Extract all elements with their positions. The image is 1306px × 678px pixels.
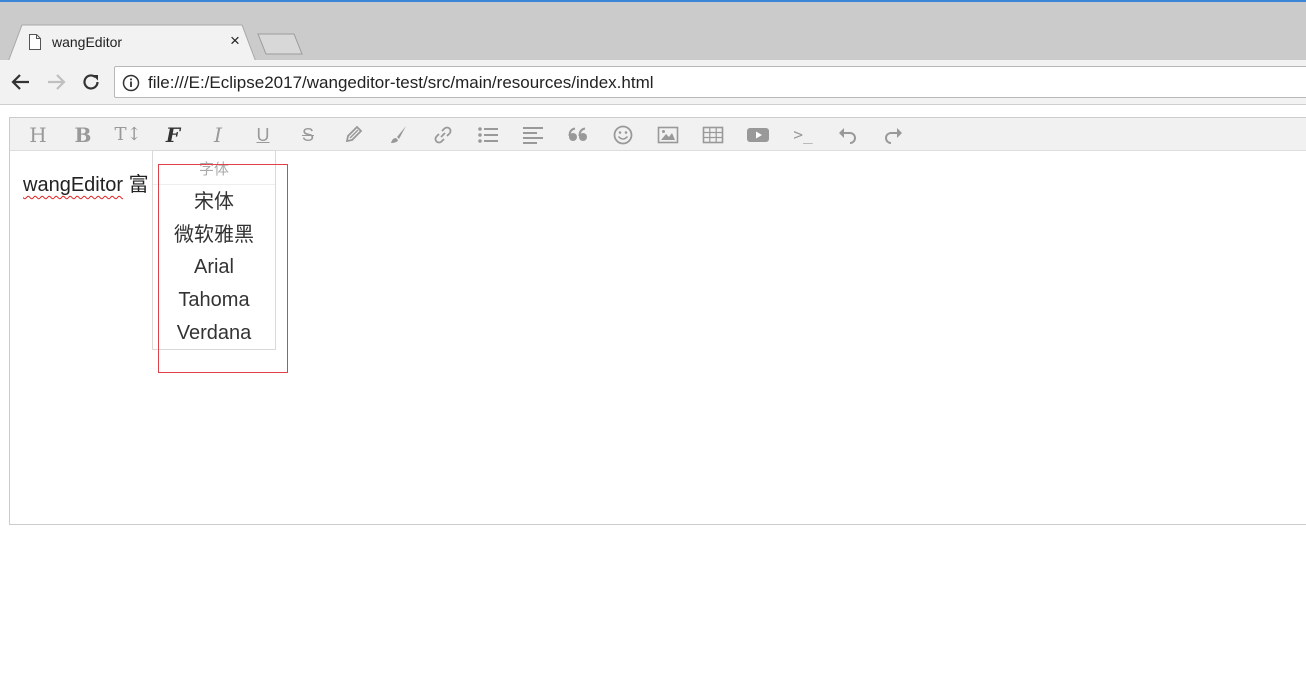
- browser-window: wangEditor × file:///E:/Eclipse2017/wang…: [0, 0, 1306, 678]
- table-icon: [702, 126, 724, 144]
- url-text: file:///E:/Eclipse2017/wangeditor-test/s…: [148, 73, 654, 92]
- bold-button[interactable]: B: [69, 122, 97, 148]
- font-option-verdana[interactable]: Verdana: [153, 320, 275, 346]
- tab-shape: [8, 24, 256, 62]
- underline-button[interactable]: U: [249, 122, 277, 148]
- undo-icon: [839, 128, 856, 144]
- heading-button[interactable]: H: [24, 122, 52, 148]
- back-arrow-icon: [11, 74, 29, 90]
- underline-icon: U: [256, 125, 270, 145]
- font-size-icon: T↕: [114, 124, 142, 145]
- content-word: wangEditor: [23, 174, 124, 196]
- address-bar[interactable]: file:///E:/Eclipse2017/wangeditor-test/s…: [114, 66, 1306, 98]
- italic-icon: I: [214, 123, 222, 147]
- redo-icon: [885, 128, 902, 144]
- reload-button[interactable]: [78, 69, 104, 95]
- redo-button[interactable]: [879, 122, 907, 148]
- link-icon: [434, 126, 452, 144]
- font-name-button[interactable]: F: [159, 122, 187, 148]
- dropdown-title: 字体: [198, 161, 229, 178]
- video-button[interactable]: [744, 122, 772, 148]
- editor-toolbar: H B T↕ F I U S >_: [10, 118, 1306, 151]
- italic-button[interactable]: I: [204, 122, 232, 148]
- bold-icon: B: [74, 123, 92, 147]
- content-text: 富: [123, 174, 149, 196]
- back-color-button[interactable]: [384, 122, 412, 148]
- link-button[interactable]: [429, 122, 457, 148]
- font-option-msyahei[interactable]: 微软雅黑: [153, 222, 275, 248]
- video-icon: [747, 128, 769, 142]
- table-button[interactable]: [699, 122, 727, 148]
- code-icon: >_: [793, 125, 813, 144]
- browser-toolbar: file:///E:/Eclipse2017/wangeditor-test/s…: [0, 60, 1306, 105]
- browser-tab[interactable]: wangEditor ×: [8, 24, 256, 62]
- tab-title: wangEditor: [52, 34, 123, 50]
- quote-button[interactable]: [564, 122, 592, 148]
- brush-icon: [391, 126, 406, 143]
- tab-strip: wangEditor ×: [0, 2, 1306, 62]
- new-tab-button[interactable]: [256, 32, 306, 56]
- page-icon: [29, 34, 41, 50]
- list-button[interactable]: [474, 122, 502, 148]
- align-left-icon: [523, 127, 543, 144]
- fore-color-button[interactable]: [339, 122, 367, 148]
- quote-icon: [568, 127, 587, 141]
- editor-content[interactable]: wangEditor 富: [23, 168, 149, 197]
- back-button[interactable]: [8, 69, 34, 95]
- heading-icon: H: [29, 123, 47, 147]
- font-option-tahoma[interactable]: Tahoma: [153, 287, 275, 313]
- list-icon: [478, 127, 498, 143]
- strikethrough-icon: S: [301, 125, 314, 145]
- image-icon: [657, 126, 679, 144]
- strikethrough-button[interactable]: S: [294, 122, 322, 148]
- info-icon[interactable]: [122, 74, 140, 92]
- font-dropdown: 字体 宋体 微软雅黑 Arial Tahoma Verdana: [152, 150, 276, 350]
- dropdown-divider: [153, 184, 275, 185]
- forward-button[interactable]: [43, 69, 69, 95]
- font-name-icon: F: [165, 123, 181, 147]
- font-option-arial[interactable]: Arial: [153, 254, 275, 280]
- font-size-button[interactable]: T↕: [114, 122, 142, 148]
- forward-arrow-icon: [48, 74, 66, 90]
- emoticon-button[interactable]: [609, 122, 637, 148]
- pencil-icon: [345, 125, 363, 143]
- justify-button[interactable]: [519, 122, 547, 148]
- smiley-icon: [613, 125, 633, 145]
- undo-button[interactable]: [834, 122, 862, 148]
- reload-icon: [83, 74, 99, 90]
- image-button[interactable]: [654, 122, 682, 148]
- code-button[interactable]: >_: [789, 122, 817, 148]
- font-option-songti[interactable]: 宋体: [153, 189, 275, 215]
- tab-close-icon[interactable]: ×: [226, 30, 244, 52]
